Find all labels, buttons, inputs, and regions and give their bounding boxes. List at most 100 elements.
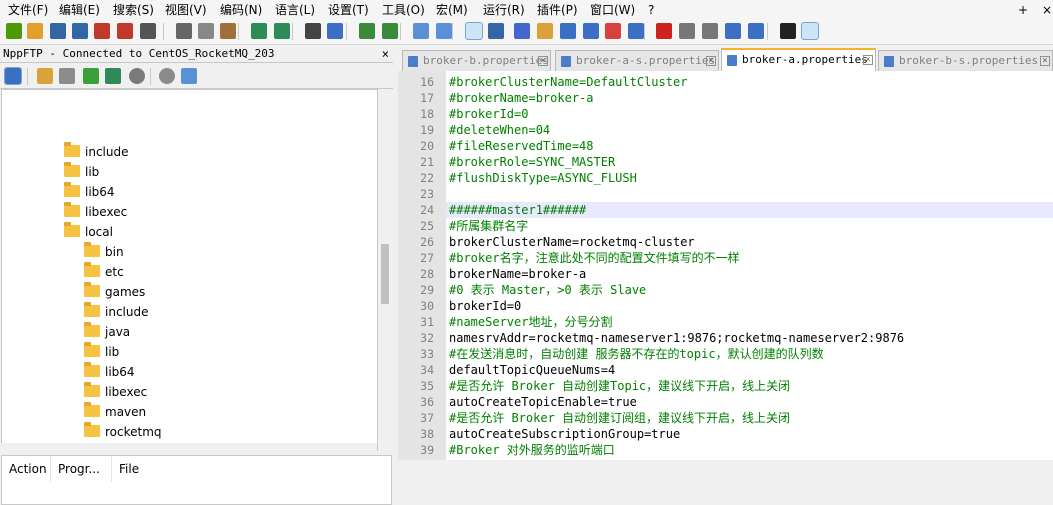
- code-line[interactable]: #broker名字，注意此处不同的配置文件填写的不一样: [449, 250, 740, 266]
- remote-file-tree[interactable]: include lib lib64 libexec local bin etc games in…: [1, 89, 378, 451]
- sync-v-icon[interactable]: [413, 23, 429, 39]
- code-line[interactable]: #brokerClusterName=DefaultCluster: [449, 74, 687, 90]
- replace-icon[interactable]: [327, 23, 343, 39]
- editor-tab[interactable]: broker-b-s.properties ×: [878, 50, 1053, 71]
- udl-icon[interactable]: [537, 23, 553, 39]
- save-macro-icon[interactable]: [748, 23, 764, 39]
- ftp-icon[interactable]: [801, 22, 819, 40]
- folder-icon: [84, 302, 100, 317]
- redo-icon[interactable]: [274, 23, 290, 39]
- record-macro-icon[interactable]: [656, 23, 672, 39]
- stop-macro-icon[interactable]: [679, 23, 695, 39]
- menu-help[interactable]: ?: [648, 3, 654, 17]
- save-all-icon[interactable]: [72, 23, 88, 39]
- code-line[interactable]: autoCreateSubscriptionGroup=true: [449, 426, 680, 442]
- tab-close-icon[interactable]: ×: [1040, 56, 1050, 66]
- code-line[interactable]: #brokerRole=SYNC_MASTER: [449, 154, 615, 170]
- close-icon[interactable]: [94, 23, 110, 39]
- doc-map-icon[interactable]: [560, 23, 576, 39]
- code-area[interactable]: #brokerClusterName=DefaultCluster #broker…: [446, 71, 1053, 460]
- code-line[interactable]: #0 表示 Master，>0 表示 Slave: [449, 282, 646, 298]
- tree-item-label: java: [105, 325, 131, 339]
- menu-file[interactable]: 文件(F): [8, 3, 48, 17]
- cut-icon[interactable]: [176, 23, 192, 39]
- menu-run[interactable]: 运行(R): [483, 3, 525, 17]
- abort-icon[interactable]: [129, 68, 145, 84]
- zoom-out-icon[interactable]: [382, 23, 398, 39]
- print-icon[interactable]: [140, 23, 156, 39]
- menu-encoding[interactable]: 编码(N): [220, 3, 262, 17]
- monitoring-icon[interactable]: [628, 23, 644, 39]
- code-line[interactable]: brokerId=0: [449, 298, 521, 314]
- code-line[interactable]: #是否允许 Broker 自动创建Topic，建议线下开启，线上关闭: [449, 378, 790, 394]
- code-line[interactable]: #在发送消息时，自动创建 服务器不存在的topic，默认创建的队列数: [449, 346, 824, 362]
- indent-guide-icon[interactable]: [514, 23, 530, 39]
- tab-close-icon[interactable]: ×: [706, 56, 716, 66]
- close-all-icon[interactable]: [117, 23, 133, 39]
- code-line[interactable]: defaultTopicQueueNums=4: [449, 362, 615, 378]
- zoom-in-icon[interactable]: [359, 23, 375, 39]
- tab-close-icon[interactable]: ×: [538, 56, 548, 66]
- open-file-icon[interactable]: [27, 23, 43, 39]
- tree-scrollbar-thumb[interactable]: [381, 244, 389, 304]
- message-window-icon[interactable]: [181, 68, 197, 84]
- refresh-icon[interactable]: [105, 68, 121, 84]
- tree-horizontal-scrollbar[interactable]: [1, 443, 377, 451]
- code-line[interactable]: namesrvAddr=rocketmq-nameserver1:9876;ro…: [449, 330, 904, 346]
- menu-language[interactable]: 语言(L): [275, 3, 315, 17]
- nppftp-close-icon[interactable]: ×: [382, 45, 389, 63]
- editor-tab[interactable]: broker-a-s.properties ×: [555, 50, 719, 71]
- find-icon[interactable]: [305, 23, 321, 39]
- code-line[interactable]: brokerName=broker-a: [449, 266, 586, 282]
- sync-h-icon[interactable]: [436, 23, 452, 39]
- code-line[interactable]: #flushDiskType=ASYNC_FLUSH: [449, 170, 637, 186]
- menu-edit[interactable]: 编辑(E): [59, 3, 100, 17]
- markdown-icon[interactable]: [780, 23, 796, 39]
- new-file-icon[interactable]: [6, 23, 22, 39]
- upload-icon[interactable]: [83, 68, 99, 84]
- code-line[interactable]: #brokerName=broker-a: [449, 90, 594, 106]
- menu-view[interactable]: 视图(V): [165, 3, 207, 17]
- settings-gear-icon[interactable]: [159, 68, 175, 84]
- code-line[interactable]: #deleteWhen=04: [449, 122, 550, 138]
- show-all-chars-icon[interactable]: [488, 23, 504, 39]
- menu-settings[interactable]: 设置(T): [328, 3, 369, 17]
- menu-macro[interactable]: 宏(M): [436, 3, 468, 17]
- tree-vertical-scrollbar[interactable]: [378, 89, 392, 451]
- function-list-icon[interactable]: [583, 23, 599, 39]
- folder-icon: [84, 242, 100, 257]
- code-line[interactable]: autoCreateTopicEnable=true: [449, 394, 637, 410]
- copy-icon[interactable]: [198, 23, 214, 39]
- tree-item-label: libexec: [105, 385, 148, 399]
- folder-workspace-icon[interactable]: [605, 23, 621, 39]
- download-icon[interactable]: [59, 68, 75, 84]
- code-line[interactable]: brokerClusterName=rocketmq-cluster: [449, 234, 695, 250]
- menu-close-icon[interactable]: ×: [1042, 3, 1052, 17]
- code-line[interactable]: #所属集群名字: [449, 218, 528, 234]
- editor-tab[interactable]: broker-a.properties ×: [721, 48, 876, 71]
- undo-icon[interactable]: [251, 23, 267, 39]
- word-wrap-icon[interactable]: [465, 22, 483, 40]
- open-directory-icon[interactable]: [37, 68, 53, 84]
- code-line[interactable]: #Broker 对外服务的监听端口: [449, 442, 615, 458]
- tab-close-icon[interactable]: ×: [863, 55, 873, 65]
- folder-icon: [84, 402, 100, 417]
- menu-window[interactable]: 窗口(W): [590, 3, 635, 17]
- code-line[interactable]: #fileReservedTime=48: [449, 138, 594, 154]
- menu-plugins[interactable]: 插件(P): [537, 3, 578, 17]
- menu-search[interactable]: 搜索(S): [113, 3, 154, 17]
- menu-tools[interactable]: 工具(O): [382, 3, 425, 17]
- run-macro-multiple-icon[interactable]: [725, 23, 741, 39]
- save-icon[interactable]: [50, 23, 66, 39]
- menu-overflow-icon[interactable]: +: [1018, 3, 1028, 17]
- code-line[interactable]: #是否允许 Broker 自动创建订阅组，建议线下开启，线上关闭: [449, 410, 790, 426]
- connect-icon[interactable]: [4, 67, 22, 85]
- editor-tab[interactable]: broker-b.properties ×: [402, 50, 551, 71]
- line-number: 26: [420, 235, 434, 249]
- code-line[interactable]: #brokerId=0: [449, 106, 528, 122]
- paste-icon[interactable]: [220, 23, 236, 39]
- code-line[interactable]: #nameServer地址，分号分割: [449, 314, 612, 330]
- transfer-queue[interactable]: Action Progr... File: [1, 455, 392, 505]
- play-macro-icon[interactable]: [702, 23, 718, 39]
- code-line[interactable]: ######master1######: [449, 202, 586, 218]
